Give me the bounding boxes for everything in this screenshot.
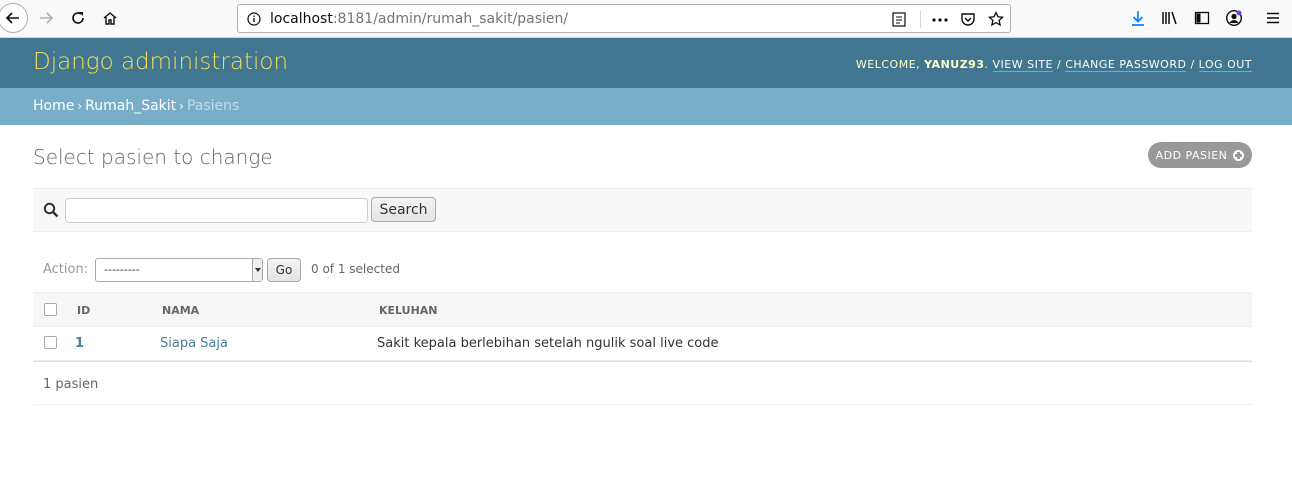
column-header-id[interactable]: ID <box>77 304 90 317</box>
menu-button[interactable] <box>1258 3 1288 33</box>
go-button[interactable]: Go <box>267 258 301 282</box>
username: yanuz93 <box>924 58 985 71</box>
row-nama-link[interactable]: Siapa Saja <box>160 336 228 351</box>
hamburger-menu-icon <box>1267 12 1279 24</box>
url-host: localhost <box>270 11 333 27</box>
forward-button[interactable] <box>31 3 61 33</box>
pocket-icon[interactable] <box>960 11 976 27</box>
view-site-link[interactable]: View site <box>992 58 1053 72</box>
search-button[interactable]: Search <box>371 197 436 222</box>
reader-view-icon[interactable] <box>892 12 906 27</box>
breadcrumb-current: Pasiens <box>186 98 240 114</box>
page-title: Select pasien to change <box>33 145 273 169</box>
breadcrumb-separator: › <box>77 99 83 113</box>
library-icon <box>1162 11 1177 25</box>
info-icon <box>247 12 261 26</box>
action-select[interactable]: --------- <box>95 258 263 282</box>
account-button[interactable] <box>1219 3 1249 33</box>
breadcrumb-app[interactable]: Rumah_Sakit <box>85 98 176 114</box>
row-keluhan: Sakit kepala berlebihan setelah ngulik s… <box>377 336 719 351</box>
back-button[interactable] <box>0 3 28 33</box>
column-header-nama[interactable]: Nama <box>162 304 199 317</box>
add-pasien-button[interactable]: Add pasien <box>1148 142 1252 168</box>
table-row: 1 Siapa Saja Sakit kepala berlebihan set… <box>33 327 1252 361</box>
url-bar[interactable]: localhost:8181/admin/rumah_sakit/pasien/ <box>237 4 1011 33</box>
breadcrumb-home[interactable]: Home <box>33 98 74 114</box>
downloads-button[interactable] <box>1123 3 1153 33</box>
result-table: ID Nama Keluhan 1 Siapa Saja Sakit kepal… <box>33 292 1252 361</box>
selection-counter: 0 of 1 selected <box>311 262 400 276</box>
sidebar-icon <box>1194 11 1210 25</box>
sidebar-button[interactable] <box>1187 3 1217 33</box>
actions-bar: Action: --------- Go 0 of 1 selected <box>33 256 1252 284</box>
download-icon <box>1132 11 1144 26</box>
arrow-right-icon <box>40 12 54 24</box>
breadcrumb: Home › Rumah_Sakit › Pasiens <box>0 88 1292 125</box>
search-toolbar: Search <box>33 188 1252 232</box>
bookmark-star-icon[interactable] <box>988 11 1004 27</box>
browser-toolbar: localhost:8181/admin/rumah_sakit/pasien/ <box>0 0 1292 38</box>
url-text[interactable]: localhost:8181/admin/rumah_sakit/pasien/ <box>270 11 568 27</box>
breadcrumb-separator: › <box>179 99 184 113</box>
paginator: 1 pasien <box>33 361 1252 405</box>
url-path: :8181/admin/rumah_sakit/pasien/ <box>332 11 569 27</box>
action-selected-value: --------- <box>104 263 140 276</box>
column-header-keluhan[interactable]: Keluhan <box>379 304 438 317</box>
log-out-link[interactable]: Log out <box>1198 58 1252 72</box>
plus-icon <box>1233 149 1245 161</box>
change-password-link[interactable]: Change password <box>1065 58 1187 72</box>
more-actions-icon[interactable] <box>932 18 948 22</box>
arrow-left-icon <box>5 12 19 24</box>
reload-button[interactable] <box>63 3 93 33</box>
row-id-link[interactable]: 1 <box>75 336 84 351</box>
reload-icon <box>72 12 84 24</box>
library-button[interactable] <box>1155 3 1185 33</box>
home-button[interactable] <box>95 3 125 33</box>
select-all-checkbox[interactable] <box>44 303 57 316</box>
home-icon <box>103 12 117 25</box>
action-label: Action: <box>43 262 89 277</box>
table-header: ID Nama Keluhan <box>33 292 1252 327</box>
row-checkbox[interactable] <box>44 336 57 349</box>
search-input[interactable] <box>65 198 368 223</box>
dropdown-arrow-icon <box>252 259 262 281</box>
account-icon <box>1225 9 1243 27</box>
welcome-text: Welcome, <box>855 58 921 71</box>
user-tools: Welcome, yanuz93. View site / Change pas… <box>855 58 1252 72</box>
search-icon <box>43 202 59 218</box>
add-pasien-label: Add pasien <box>1155 148 1228 162</box>
site-branding[interactable]: Django administration <box>33 49 288 75</box>
admin-header: Django administration Welcome, yanuz93. … <box>0 38 1292 88</box>
